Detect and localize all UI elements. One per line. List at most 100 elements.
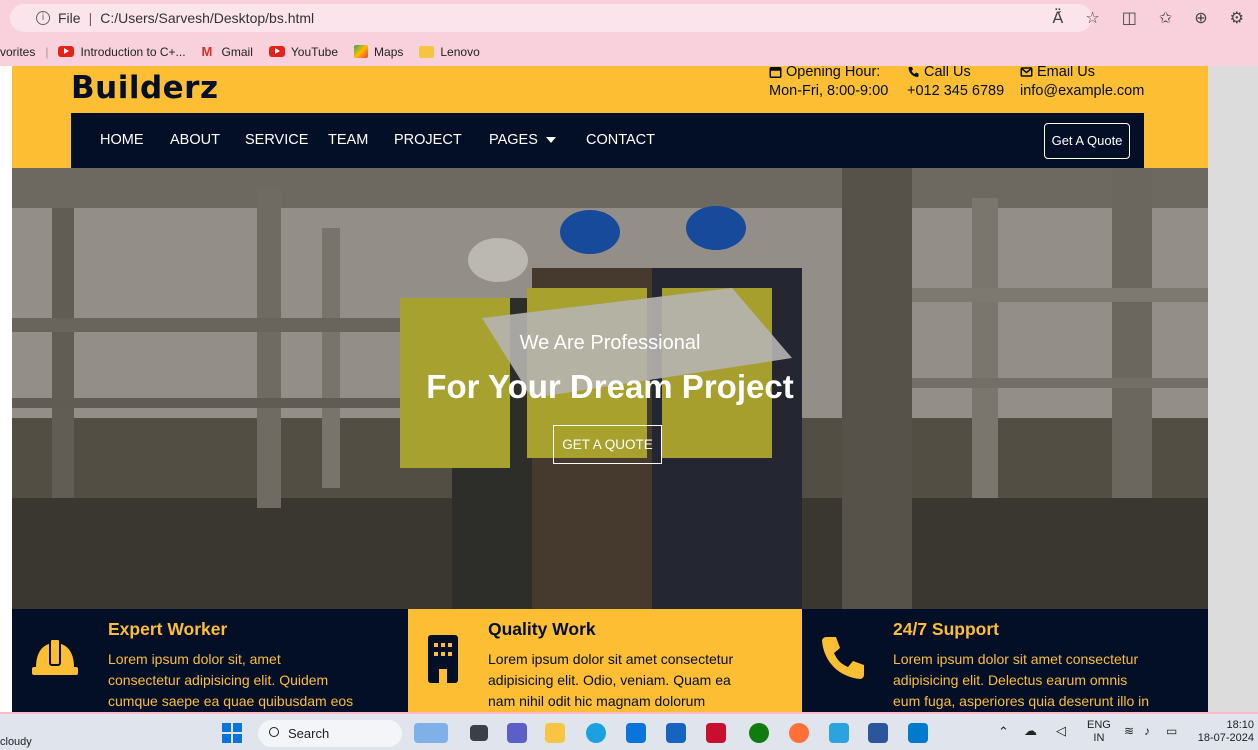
call-label: Call Us (924, 66, 971, 80)
weather-widget[interactable]: cloudy (0, 736, 32, 748)
nav-about[interactable]: ABOUT (170, 113, 220, 168)
file-explorer-icon[interactable] (545, 723, 565, 743)
favorites-bar: vorites | Introduction to C+... M Gmail … (0, 37, 1258, 66)
feature-expert-worker: Expert Worker Lorem ipsum dolor sit, ame… (12, 609, 408, 712)
favorite-label: Introduction to C+... (80, 44, 186, 59)
task-view-icon[interactable] (470, 725, 488, 741)
windows-taskbar: cloudy Search ⌃ ☁ ◁ ENG IN ≋ ♪ ▭ 18:10 1… (0, 712, 1258, 750)
hero-subtitle: We Are Professional (519, 332, 701, 354)
info-icon[interactable]: i (36, 11, 50, 25)
wifi-icon[interactable]: ≋ (1124, 724, 1134, 738)
feature-text-line: nam nihil odit hic magnam dolorum (488, 693, 706, 709)
teams-icon[interactable] (507, 723, 527, 743)
page-gutter (1208, 66, 1258, 712)
nav-team[interactable]: TEAM (328, 113, 368, 168)
website: Builderz Opening Hour: Mon-Fri, 8:00-9:0… (12, 66, 1208, 712)
mail-icon[interactable] (626, 723, 646, 743)
system-clock[interactable]: 18:10 18-07-2024 (1196, 719, 1254, 745)
browser-actions: Ä́ ☆ ◫ ✩ ⊕ ⚙ (1052, 8, 1244, 27)
language-bottom: IN (1093, 732, 1105, 744)
favorite-lenovo[interactable]: Lenovo (419, 45, 480, 59)
feature-quality-work: Quality Work Lorem ipsum dolor sit amet … (408, 609, 802, 712)
chevron-up-icon[interactable]: ⌃ (998, 724, 1009, 740)
clock-time: 18:10 (1226, 719, 1254, 731)
nav-pages-label: PAGES (489, 132, 538, 148)
collections-icon[interactable]: ⊕ (1194, 8, 1207, 27)
email-label: Email Us (1037, 66, 1096, 80)
edge-browser-icon[interactable] (586, 723, 606, 743)
nav-service[interactable]: SERVICE (245, 113, 308, 168)
nav-project[interactable]: PROJECT (394, 113, 462, 168)
site-logo[interactable]: Builderz (71, 70, 219, 106)
gmail-icon: M (201, 43, 213, 59)
hero-banner: We Are Professional For Your Dream Proje… (12, 168, 1208, 610)
nav-pages[interactable]: PAGES (489, 113, 556, 168)
battery-icon[interactable]: ▭ (1166, 724, 1177, 738)
taskbar-search[interactable]: Search (258, 720, 402, 747)
favorite-gmail[interactable]: M Gmail (202, 45, 253, 59)
hero-title: For Your Dream Project (426, 368, 794, 405)
split-screen-icon[interactable]: ◫ (1122, 8, 1137, 27)
notepad-icon[interactable] (829, 723, 849, 743)
folder-icon (419, 45, 435, 58)
feature-text-line: eum fuga, asperiores quia deserunt illo … (893, 693, 1150, 709)
feature-text: Lorem ipsum dolor sit amet consectetur a… (893, 649, 1149, 712)
feature-text-line: consectetur adipisicing elit. Quidem (108, 672, 329, 688)
nav-home[interactable]: HOME (100, 113, 144, 168)
volume-icon[interactable]: ♪ (1144, 724, 1150, 738)
maps-icon (354, 45, 369, 58)
favorite-intro-cpp[interactable]: Introduction to C+... (58, 44, 186, 59)
xbox-icon[interactable] (749, 723, 769, 743)
search-label: Search (288, 726, 330, 741)
feature-title: 24/7 Support (893, 619, 999, 639)
favorite-label: Gmail (221, 44, 253, 59)
hero-get-a-quote-button[interactable]: GET A QUOTE (553, 425, 662, 464)
firefox-icon[interactable] (789, 723, 809, 743)
feature-support: 24/7 Support Lorem ipsum dolor sit amet … (802, 609, 1208, 712)
onedrive-icon[interactable]: ☁ (1024, 723, 1037, 739)
building-icon (428, 635, 458, 683)
feature-text-line: Lorem ipsum dolor sit amet consectetur (488, 651, 734, 667)
language-top: ENG (1087, 719, 1111, 731)
favorite-label: Maps (374, 44, 404, 59)
browser-toolbar: i File | C:/Users/Sarvesh/Desktop/bs.htm… (0, 0, 1258, 37)
address-bar[interactable]: i File | C:/Users/Sarvesh/Desktop/bs.htm… (10, 4, 1092, 32)
location-icon[interactable]: ◁ (1056, 723, 1066, 739)
vscode-icon[interactable] (908, 723, 928, 743)
youtube-icon (58, 46, 75, 57)
call-us: Call Us +012 345 6789 (907, 66, 1004, 99)
favorites-label[interactable]: vorites | (0, 45, 48, 59)
read-aloud-icon[interactable]: Ä́ (1052, 8, 1063, 27)
lenovo-app-icon[interactable] (666, 723, 686, 743)
language-indicator[interactable]: ENG IN (1087, 719, 1111, 745)
widgets-icon[interactable] (414, 723, 448, 743)
word-icon[interactable] (868, 723, 888, 743)
favorite-star-icon[interactable]: ☆ (1085, 8, 1099, 27)
feature-text-line: adipisicing elit. Odio, veniam. Quam ea (488, 672, 731, 688)
nav-contact[interactable]: CONTACT (586, 113, 655, 168)
feature-text-line: Lorem ipsum dolor sit, amet (108, 651, 281, 667)
extensions-icon[interactable]: ⚙ (1230, 8, 1244, 27)
opening-hours: Opening Hour: Mon-Fri, 8:00-9:00 (769, 66, 888, 99)
email-value[interactable]: info@example.com (1020, 83, 1144, 99)
windows-start-icon[interactable] (222, 723, 242, 743)
favorite-youtube[interactable]: YouTube (268, 45, 338, 59)
calendar-icon (769, 67, 782, 78)
call-value[interactable]: +012 345 6789 (907, 83, 1004, 99)
address-url[interactable]: C:/Users/Sarvesh/Desktop/bs.html (100, 10, 314, 26)
email-us: Email Us info@example.com (1020, 66, 1144, 99)
favorites-label-text: vorites (0, 44, 36, 59)
clock-date: 18-07-2024 (1197, 732, 1254, 744)
main-navbar: HOME ABOUT SERVICE TEAM PROJECT PAGES CO… (71, 113, 1144, 168)
address-separator: | (88, 10, 93, 26)
favorites-list-icon[interactable]: ✩ (1159, 8, 1172, 27)
phone-icon (908, 67, 919, 77)
feature-title: Expert Worker (108, 619, 228, 639)
feature-text-line: cumque saepe ea quae quibusdam eos (108, 693, 354, 709)
feature-text-line: adipisicing elit. Delectus earum omnis (893, 672, 1128, 688)
mcafee-icon[interactable] (706, 723, 726, 743)
favorites-divider: | (45, 44, 49, 59)
feature-text: Lorem ipsum dolor sit amet consectetur a… (488, 649, 733, 712)
favorite-maps[interactable]: Maps (354, 45, 403, 59)
get-a-quote-button[interactable]: Get A Quote (1044, 123, 1130, 159)
